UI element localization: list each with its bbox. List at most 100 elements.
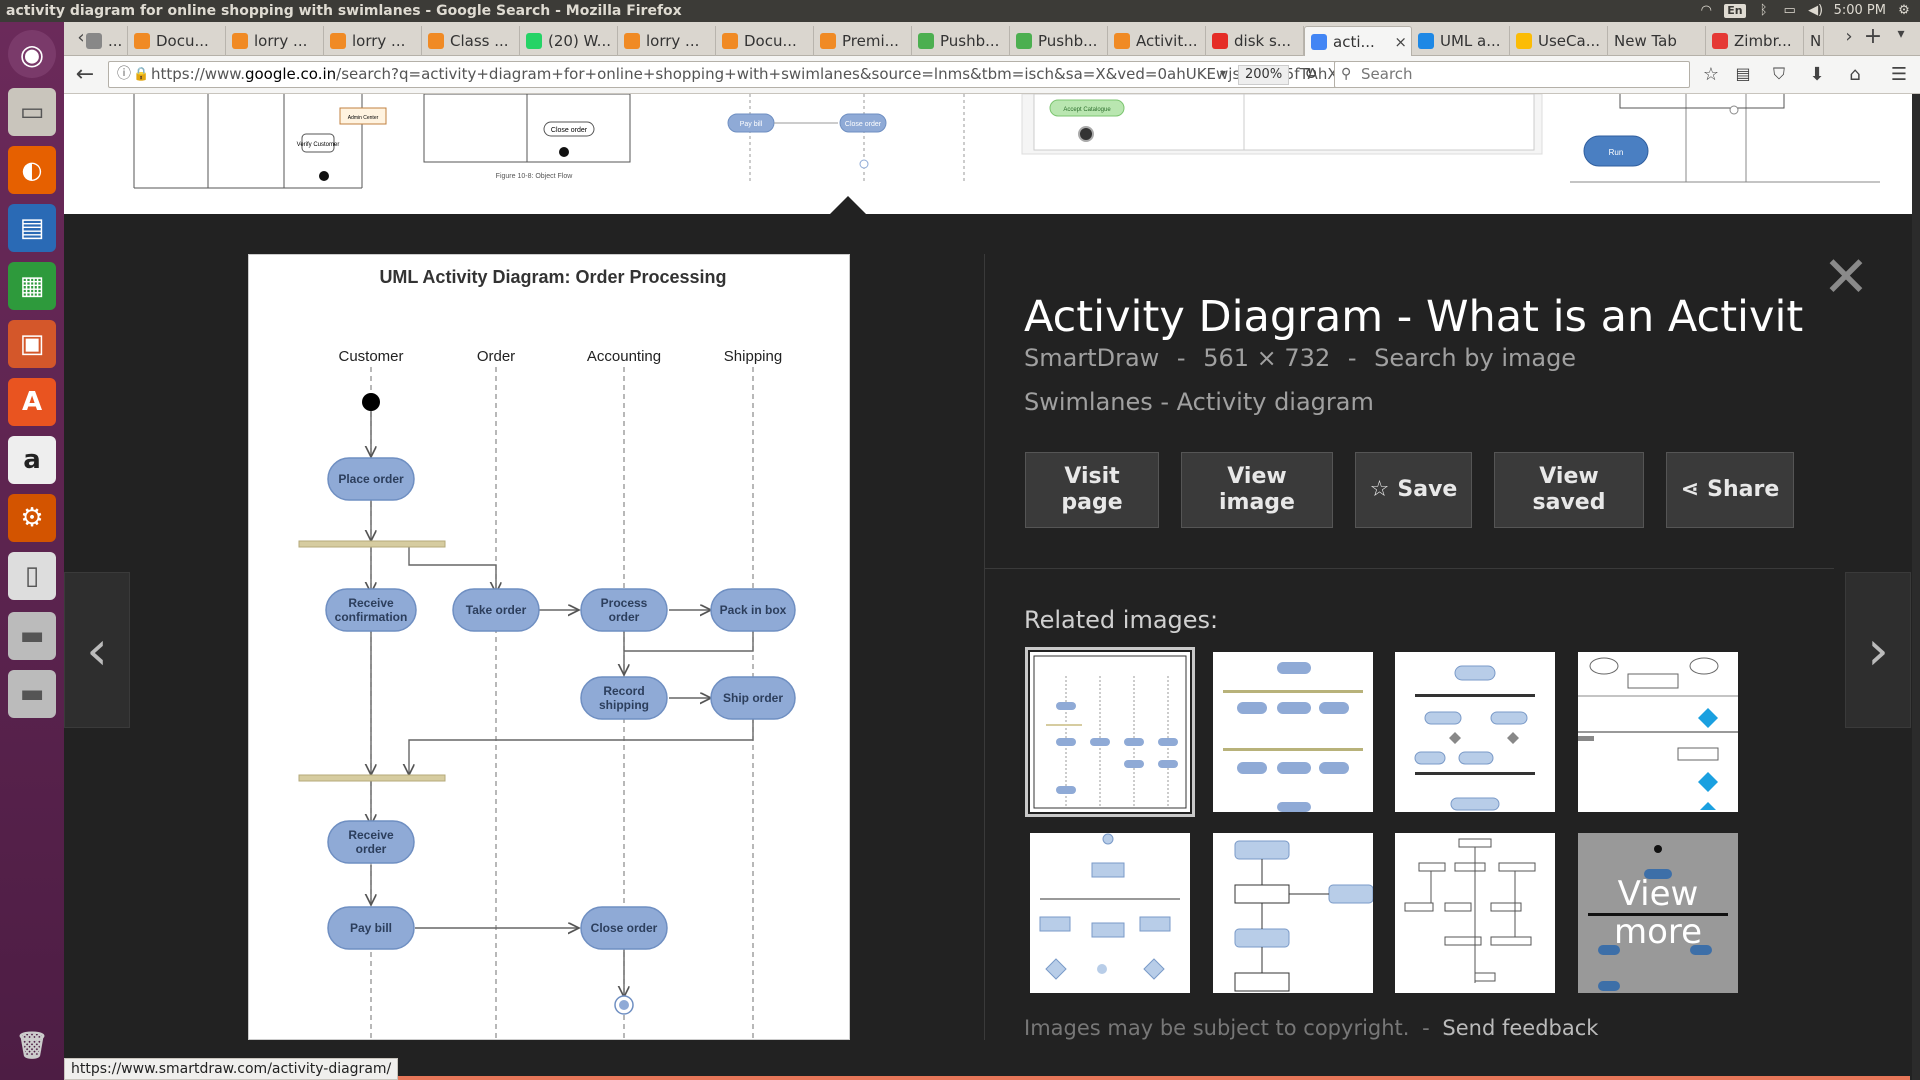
- previous-image-button[interactable]: ‹: [64, 572, 130, 728]
- thumbnail-2[interactable]: Close order Figure 10-8: Object Flow: [423, 93, 631, 180]
- close-tab-icon[interactable]: ×: [1394, 33, 1407, 51]
- tab[interactable]: Premi...: [814, 26, 912, 56]
- tab[interactable]: acti... ×: [1304, 26, 1412, 56]
- tab[interactable]: lorry ...: [324, 26, 422, 56]
- tab-list-icon[interactable]: ▾: [1890, 26, 1912, 42]
- amazon-icon[interactable]: a: [8, 436, 56, 484]
- related-image-3[interactable]: [1395, 652, 1555, 812]
- search-input[interactable]: ⚲ Search: [1334, 61, 1690, 88]
- thumbnail-5[interactable]: Run: [1570, 94, 1880, 183]
- thumbnail-3[interactable]: Pay bill Close order: [727, 94, 965, 184]
- share-button[interactable]: ⋖ Share: [1666, 452, 1794, 528]
- tab[interactable]: Class ...: [422, 26, 520, 56]
- back-icon[interactable]: ←: [74, 62, 96, 87]
- bluetooth-icon[interactable]: ᛒ: [1756, 3, 1772, 18]
- battery-icon[interactable]: ▭: [1782, 3, 1798, 18]
- tab[interactable]: Docu...: [716, 26, 814, 56]
- home-icon[interactable]: ⌂: [1844, 64, 1866, 85]
- tab[interactable]: New Tab: [1608, 26, 1706, 56]
- writer-icon[interactable]: ▤: [8, 204, 56, 252]
- tab[interactable]: UML a...: [1412, 26, 1510, 56]
- node-label: shipping: [599, 698, 649, 712]
- view-saved-button[interactable]: View saved: [1494, 452, 1644, 528]
- view-image-button[interactable]: View image: [1181, 452, 1333, 528]
- new-tab-icon[interactable]: +: [1862, 24, 1884, 49]
- tab-scroll-right-icon[interactable]: ›: [1838, 26, 1860, 47]
- search-by-image-link[interactable]: Search by image: [1374, 344, 1576, 372]
- reading-list-icon[interactable]: ▤: [1732, 64, 1754, 83]
- impress-icon[interactable]: ▣: [8, 320, 56, 368]
- tab-label: (20) W...: [548, 32, 611, 50]
- tab[interactable]: ...: [80, 26, 128, 56]
- tab[interactable]: Zimbr...: [1706, 26, 1804, 56]
- related-thumb-svg: [1414, 665, 1535, 811]
- preview-image[interactable]: UML Activity Diagram: Order Processing C…: [248, 254, 850, 1040]
- related-image-6[interactable]: [1213, 833, 1373, 993]
- url-bar[interactable]: ⓘ 🔒 https://www.google.co.in/search?q=ac…: [108, 61, 1338, 88]
- chevron-down-icon[interactable]: ▾: [1220, 66, 1226, 80]
- visit-page-button[interactable]: Visit page: [1025, 452, 1159, 528]
- drive-2-icon[interactable]: ▬: [8, 670, 56, 718]
- bookmark-star-icon[interactable]: ☆: [1700, 64, 1722, 85]
- thumb-text: Close order: [845, 121, 882, 128]
- software-center-icon[interactable]: A: [8, 378, 56, 426]
- tab[interactable]: Pushb...: [912, 26, 1010, 56]
- tab-label: Class ...: [450, 32, 509, 50]
- tab[interactable]: UseCa...: [1510, 26, 1608, 56]
- document-icon[interactable]: ▯: [8, 552, 56, 600]
- selection-pointer: [828, 196, 868, 216]
- tab[interactable]: lorry ...: [618, 26, 716, 56]
- related-thumb-svg: [1578, 657, 1738, 810]
- tab[interactable]: N: [1804, 26, 1824, 56]
- next-image-button[interactable]: ›: [1845, 572, 1911, 728]
- tab[interactable]: Docu...: [128, 26, 226, 56]
- info-icon[interactable]: ⓘ: [117, 62, 131, 87]
- save-button[interactable]: ☆ Save: [1355, 452, 1472, 528]
- thumbnail-1[interactable]: Verify Customer Admin Center: [133, 94, 387, 189]
- tab[interactable]: Pushb...: [1010, 26, 1108, 56]
- files-icon[interactable]: ▭: [8, 88, 56, 136]
- tab[interactable]: (20) W...: [520, 26, 618, 56]
- settings-icon[interactable]: ⚙: [8, 494, 56, 542]
- scrollbar[interactable]: [1912, 94, 1920, 1080]
- reload-icon[interactable]: ↻: [1300, 64, 1322, 83]
- zoom-level[interactable]: 200%: [1238, 65, 1290, 85]
- keyboard-layout[interactable]: En: [1724, 4, 1746, 18]
- related-image-7[interactable]: [1395, 833, 1555, 993]
- drive-icon[interactable]: ▬: [8, 612, 56, 660]
- tab-favicon-icon: [1418, 33, 1434, 49]
- url-prefix: https://www.: [151, 65, 245, 83]
- related-image-4[interactable]: [1578, 652, 1738, 812]
- tab-label: disk s...: [1234, 32, 1292, 50]
- view-more-button[interactable]: View more: [1578, 833, 1738, 993]
- star-icon: ☆: [1369, 477, 1390, 502]
- lock-warning-icon[interactable]: 🔒: [133, 62, 149, 87]
- related-image-1[interactable]: [1025, 647, 1195, 817]
- thumbnail-4[interactable]: Accept Catalogue: [1021, 93, 1543, 155]
- volume-icon[interactable]: ◀): [1808, 3, 1824, 18]
- node-label: Receive: [348, 596, 394, 610]
- ubuntu-logo-icon[interactable]: ◉: [8, 30, 56, 78]
- gear-icon[interactable]: ⚙: [1896, 3, 1912, 18]
- tab-label: New Tab: [1614, 32, 1677, 50]
- tab[interactable]: Activit...: [1108, 26, 1206, 56]
- send-feedback-link[interactable]: Send feedback: [1442, 1016, 1598, 1040]
- trash-icon[interactable]: 🗑: [8, 1022, 56, 1070]
- related-image-2[interactable]: [1213, 652, 1373, 812]
- wifi-icon[interactable]: ◠: [1698, 3, 1714, 18]
- tab[interactable]: disk s...: [1206, 26, 1304, 56]
- close-icon[interactable]: ✕: [1822, 250, 1870, 306]
- firefox-icon[interactable]: ◐: [8, 146, 56, 194]
- download-icon[interactable]: ⬇: [1806, 64, 1828, 85]
- menu-icon[interactable]: ☰: [1888, 64, 1910, 85]
- preview-title[interactable]: Activity Diagram - What is an Activity .…: [1024, 292, 1804, 342]
- related-image-5[interactable]: [1030, 833, 1190, 993]
- pocket-icon[interactable]: ⛉: [1768, 64, 1790, 84]
- meta-dash: -: [1176, 344, 1186, 372]
- tab[interactable]: lorry ...: [226, 26, 324, 56]
- source-name[interactable]: SmartDraw: [1024, 344, 1159, 372]
- clock[interactable]: 5:00 PM: [1834, 0, 1886, 22]
- related-images-label: Related images:: [1024, 606, 1219, 634]
- thumb-text: Close order: [551, 127, 588, 134]
- calc-icon[interactable]: ▦: [8, 262, 56, 310]
